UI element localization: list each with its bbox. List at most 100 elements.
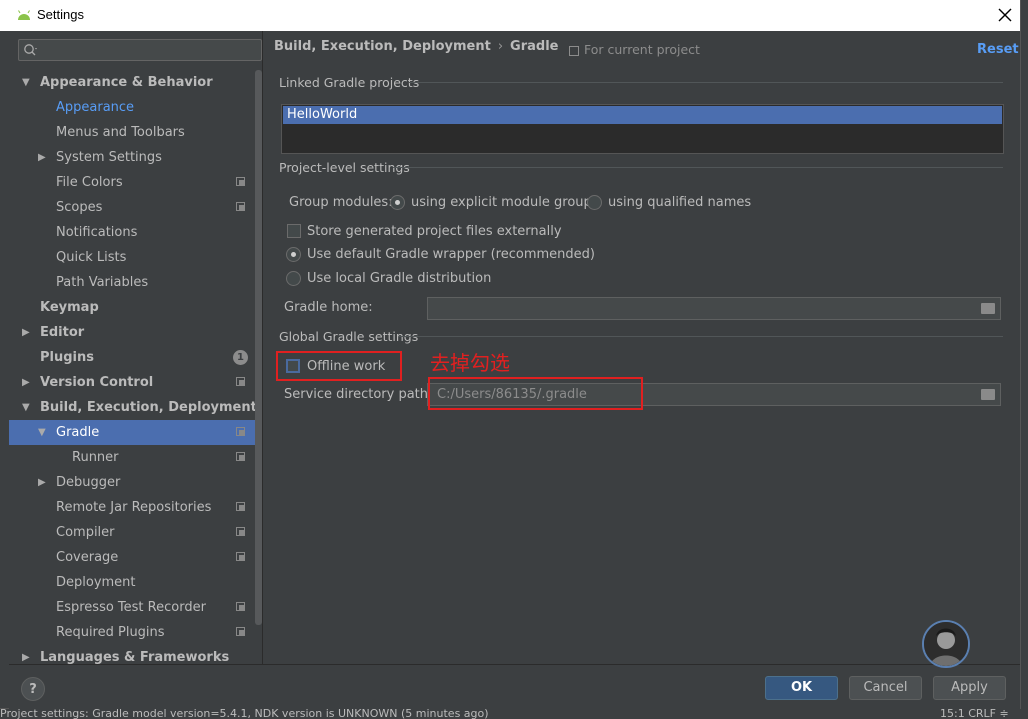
sidebar-item-label: Gradle: [56, 425, 100, 440]
chevron-down-icon[interactable]: ▼: [22, 70, 30, 95]
store-externally-label[interactable]: Store generated project files externally: [307, 224, 562, 239]
sidebar-item-label: Keymap: [40, 300, 99, 315]
project-scope-icon: [236, 502, 245, 511]
sidebar-item[interactable]: Espresso Test Recorder: [9, 595, 262, 620]
sidebar-item[interactable]: Notifications: [9, 220, 262, 245]
radio-explicit-groups[interactable]: [390, 195, 405, 210]
sidebar-item[interactable]: Appearance: [9, 95, 262, 120]
apply-button[interactable]: Apply: [933, 676, 1006, 700]
sidebar-item-label: System Settings: [56, 150, 162, 165]
project-scope-icon: [236, 427, 245, 436]
linked-projects-heading: Linked Gradle projects: [279, 75, 420, 90]
divider: [393, 167, 1003, 168]
sidebar-item-label: Version Control: [40, 375, 154, 390]
dialog-footer: ? OK Cancel Apply: [9, 664, 1020, 709]
sidebar-item[interactable]: ▶ Editor: [9, 320, 262, 345]
sidebar-item[interactable]: Compiler: [9, 520, 262, 545]
sidebar-item[interactable]: Deployment: [9, 570, 262, 595]
sidebar-item-label: Coverage: [56, 550, 119, 565]
close-icon: [998, 8, 1012, 22]
sidebar-item[interactable]: Quick Lists: [9, 245, 262, 270]
sidebar-item-label: Scopes: [56, 200, 103, 215]
chevron-right-icon[interactable]: ▶: [22, 320, 30, 345]
radio-default-wrapper[interactable]: [286, 247, 301, 262]
radio-qualified-names[interactable]: [587, 195, 602, 210]
ok-button[interactable]: OK: [765, 676, 838, 700]
sidebar-item-label: File Colors: [56, 175, 123, 190]
ide-right-strip: [1020, 0, 1028, 719]
sidebar-item[interactable]: Remote Jar Repositories: [9, 495, 262, 520]
close-button[interactable]: [994, 4, 1016, 26]
project-level-heading: Project-level settings: [279, 160, 410, 175]
radio-local-distribution-label[interactable]: Use local Gradle distribution: [307, 271, 491, 286]
sidebar-item[interactable]: Plugins 1: [9, 345, 262, 370]
sidebar-item[interactable]: ▼ Build, Execution, Deployment: [9, 395, 262, 420]
sidebar-item-label: Required Plugins: [56, 625, 165, 640]
status-position: 15:1 CRLF ≑: [940, 708, 1009, 719]
sidebar-item[interactable]: ▶ Version Control: [9, 370, 262, 395]
search-input[interactable]: [18, 39, 262, 61]
sidebar-item[interactable]: ▶ System Settings: [9, 145, 262, 170]
breadcrumb-separator: ›: [497, 39, 504, 54]
cancel-button[interactable]: Cancel: [849, 676, 922, 700]
folder-icon[interactable]: [981, 303, 995, 314]
android-icon: [18, 10, 30, 20]
help-button[interactable]: ?: [21, 677, 45, 701]
project-scope-icon: [236, 177, 245, 186]
sidebar-item[interactable]: File Colors: [9, 170, 262, 195]
sidebar-item[interactable]: Path Variables: [9, 270, 262, 295]
sidebar-item[interactable]: ▼ Appearance & Behavior: [9, 70, 262, 95]
project-scope-icon: [569, 45, 579, 56]
for-current-project-label: For current project: [584, 42, 700, 57]
sidebar-item[interactable]: Keymap: [9, 295, 262, 320]
linked-project-item[interactable]: HelloWorld: [283, 106, 1002, 124]
sidebar-item[interactable]: Scopes: [9, 195, 262, 220]
group-modules-label: Group modules:: [289, 195, 393, 210]
global-settings-heading: Global Gradle settings: [279, 329, 419, 344]
breadcrumb: Build, Execution, Deployment › Gradle: [274, 39, 558, 54]
sidebar-item-label: Debugger: [56, 475, 121, 490]
sidebar-item-label: Menus and Toolbars: [56, 125, 185, 140]
ide-status-bar: Project settings: Gradle model version=5…: [0, 708, 1028, 719]
radio-default-wrapper-label[interactable]: Use default Gradle wrapper (recommended): [307, 247, 595, 262]
sidebar-item[interactable]: ▶ Debugger: [9, 470, 262, 495]
chevron-down-icon[interactable]: ▼: [22, 395, 30, 420]
chevron-right-icon[interactable]: ▶: [38, 470, 46, 495]
sidebar-item[interactable]: Coverage: [9, 545, 262, 570]
project-scope-icon: [236, 202, 245, 211]
sidebar-scrollbar[interactable]: [255, 70, 262, 625]
chevron-right-icon[interactable]: ▶: [22, 370, 30, 395]
radio-qualified-names-label[interactable]: using qualified names: [608, 195, 751, 210]
sidebar-item[interactable]: Menus and Toolbars: [9, 120, 262, 145]
sidebar-item-label: Runner: [72, 450, 119, 465]
reset-link[interactable]: Reset: [977, 42, 1019, 57]
gradle-home-field[interactable]: [427, 297, 1001, 320]
sidebar-item[interactable]: ▼ Gradle: [9, 420, 262, 445]
sidebar-item-label: Editor: [40, 325, 85, 340]
divider: [399, 336, 1003, 337]
store-externally-checkbox[interactable]: [287, 224, 301, 238]
folder-icon[interactable]: [981, 389, 995, 400]
gradle-home-label: Gradle home:: [284, 300, 373, 315]
gradle-settings-panel: Build, Execution, Deployment › Gradle For …: [263, 31, 1020, 664]
for-current-project-note: For current project: [569, 42, 700, 57]
avatar-image: [924, 622, 968, 666]
breadcrumb-parent: Build, Execution, Deployment: [274, 39, 491, 54]
sidebar-item-label: Appearance: [56, 100, 135, 115]
chevron-right-icon[interactable]: ▶: [38, 145, 46, 170]
breadcrumb-current: Gradle: [510, 39, 559, 54]
sidebar-item[interactable]: Runner: [9, 445, 262, 470]
sidebar-item-label: Notifications: [56, 225, 138, 240]
radio-explicit-groups-label[interactable]: using explicit module groups: [411, 195, 599, 210]
radio-local-distribution[interactable]: [286, 271, 301, 286]
status-message: Project settings: Gradle model version=5…: [0, 708, 489, 719]
chevron-down-icon[interactable]: ▼: [38, 420, 46, 445]
annotation-text: 去掉勾选: [430, 351, 510, 375]
settings-sidebar: ▼ Appearance & Behavior Appearance Menus an…: [9, 31, 263, 665]
update-badge: 1: [233, 350, 248, 365]
sidebar-item-label: Espresso Test Recorder: [56, 600, 206, 615]
sidebar-item[interactable]: Required Plugins: [9, 620, 262, 645]
search-icon: [24, 44, 37, 56]
annotation-box-service-path: [428, 377, 643, 410]
linked-projects-list[interactable]: HelloWorld: [281, 104, 1004, 154]
